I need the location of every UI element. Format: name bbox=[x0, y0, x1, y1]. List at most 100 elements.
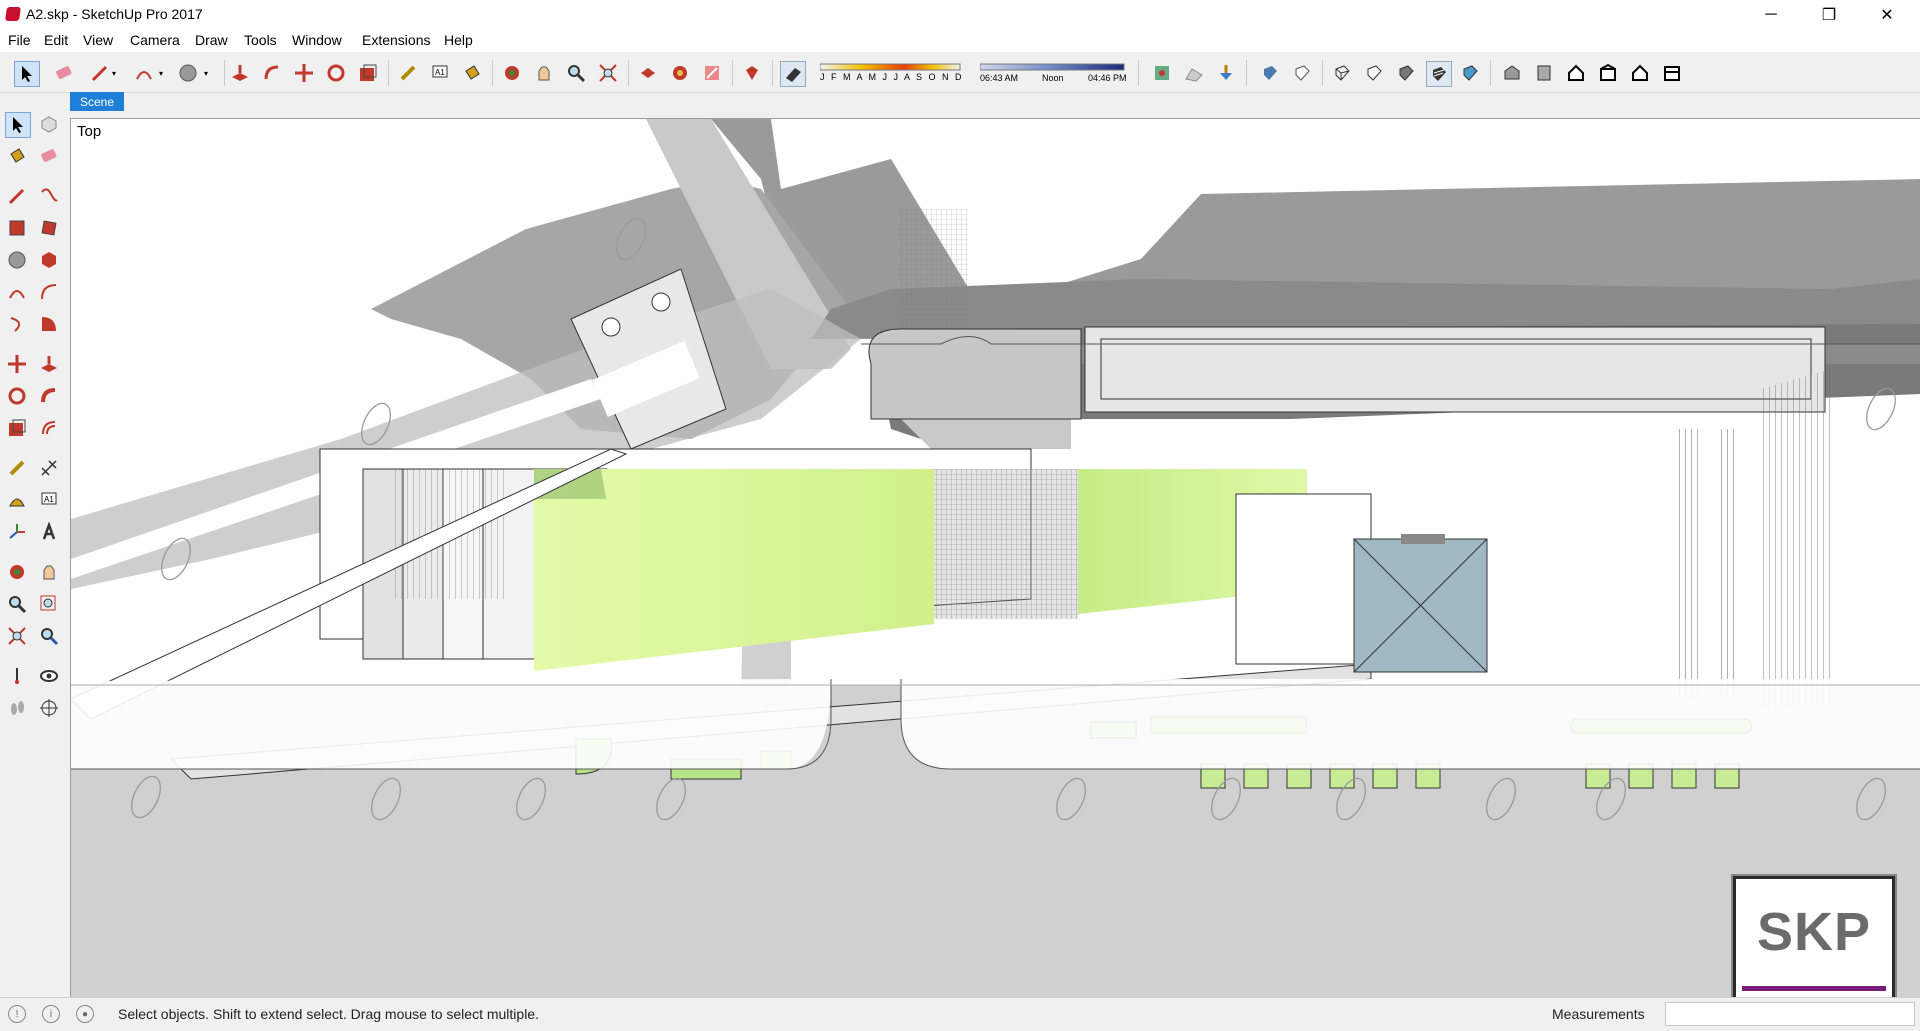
geo-location-icon[interactable] bbox=[1150, 61, 1174, 85]
menu-view[interactable]: View bbox=[83, 32, 113, 48]
zoom-extents-tool-icon[interactable] bbox=[596, 61, 620, 85]
style-hidden-line-icon[interactable] bbox=[1362, 61, 1386, 85]
protractor-icon[interactable] bbox=[5, 488, 29, 512]
style-xray-icon[interactable] bbox=[1258, 61, 1282, 85]
show-terrain-icon[interactable] bbox=[1182, 61, 1206, 85]
pie-icon[interactable] bbox=[37, 312, 61, 336]
view-top-icon[interactable] bbox=[1532, 61, 1556, 85]
style-back-edges-icon[interactable] bbox=[1290, 61, 1314, 85]
menu-camera[interactable]: Camera bbox=[130, 32, 180, 48]
text-tool-icon[interactable]: A1 bbox=[428, 61, 452, 85]
scale-tool-icon[interactable] bbox=[356, 61, 380, 85]
line-icon[interactable] bbox=[5, 184, 29, 208]
move-icon[interactable] bbox=[5, 352, 29, 376]
push-pull-tool-icon[interactable] bbox=[228, 61, 252, 85]
paint-bucket-tool-icon[interactable] bbox=[460, 61, 484, 85]
view-right-icon[interactable] bbox=[1596, 61, 1620, 85]
user-account-icon[interactable]: ● bbox=[76, 1005, 94, 1023]
layout-send-icon[interactable] bbox=[700, 61, 724, 85]
eraser-tool-icon[interactable] bbox=[52, 61, 76, 85]
measurements-input[interactable] bbox=[1665, 1002, 1915, 1026]
rotated-rectangle-icon[interactable] bbox=[37, 216, 61, 240]
walk-icon[interactable] bbox=[5, 696, 29, 720]
menu-window[interactable]: Window bbox=[292, 32, 342, 48]
style-wireframe-icon[interactable] bbox=[1330, 61, 1354, 85]
status-hint: Select objects. Shift to extend select. … bbox=[118, 1006, 539, 1022]
tape-measure-tool-icon[interactable] bbox=[396, 61, 420, 85]
minimize-button[interactable]: ─ bbox=[1742, 0, 1800, 30]
menu-edit[interactable]: Edit bbox=[44, 32, 68, 48]
shape-tool-icon[interactable] bbox=[176, 61, 200, 85]
position-camera-icon[interactable] bbox=[5, 664, 29, 688]
shadow-months-label: J F M A M J J A S O N D bbox=[820, 72, 964, 82]
paint-bucket-icon[interactable] bbox=[5, 144, 29, 168]
text-icon[interactable]: A1 bbox=[37, 488, 61, 512]
offset-icon[interactable] bbox=[37, 416, 61, 440]
close-button[interactable]: ✕ bbox=[1858, 0, 1916, 30]
orbit-icon[interactable] bbox=[5, 560, 29, 584]
polygon-icon[interactable] bbox=[37, 248, 61, 272]
circle-icon[interactable] bbox=[5, 248, 29, 272]
zoom-tool-icon[interactable] bbox=[564, 61, 588, 85]
menu-extensions[interactable]: Extensions bbox=[362, 32, 430, 48]
zoom-extents-icon[interactable] bbox=[5, 624, 29, 648]
move-tool-icon[interactable] bbox=[292, 61, 316, 85]
arc-dropdown-icon[interactable]: ▾ bbox=[155, 61, 167, 85]
style-shaded-textures-icon[interactable] bbox=[1426, 61, 1452, 87]
menu-file[interactable]: File bbox=[8, 32, 31, 48]
main-toolbar: ▾ ▾ ▾ A1 J F M A M J J A S O N D 06:43 A… bbox=[0, 52, 1920, 93]
display-shadows-icon[interactable] bbox=[780, 61, 806, 87]
tape-measure-icon[interactable] bbox=[5, 456, 29, 480]
zoom-icon[interactable] bbox=[5, 592, 29, 616]
style-shaded-icon[interactable] bbox=[1394, 61, 1418, 85]
style-monochrome-icon[interactable] bbox=[1458, 61, 1482, 85]
modeling-viewport[interactable]: Top bbox=[70, 118, 1920, 998]
shape-dropdown-icon[interactable]: ▾ bbox=[200, 61, 212, 85]
select-tool-icon[interactable] bbox=[14, 61, 40, 87]
menu-draw[interactable]: Draw bbox=[195, 32, 228, 48]
ruby-console-icon[interactable] bbox=[740, 61, 764, 85]
select-icon[interactable] bbox=[5, 112, 31, 138]
3d-warehouse-icon[interactable] bbox=[636, 61, 660, 85]
geo-status-icon[interactable]: ! bbox=[8, 1005, 26, 1023]
line-dropdown-icon[interactable]: ▾ bbox=[108, 61, 120, 85]
menu-tools[interactable]: Tools bbox=[244, 32, 277, 48]
maximize-button[interactable]: ❐ bbox=[1800, 0, 1858, 30]
rotate-icon[interactable] bbox=[5, 384, 29, 408]
orbit-tool-icon[interactable] bbox=[500, 61, 524, 85]
menu-bar: File Edit View Camera Draw Tools Window … bbox=[0, 30, 1920, 52]
shadow-month-slider[interactable]: J F M A M J J A S O N D bbox=[814, 60, 966, 84]
rectangle-icon[interactable] bbox=[5, 216, 29, 240]
view-left-icon[interactable] bbox=[1660, 61, 1684, 85]
photo-textures-icon[interactable] bbox=[1214, 61, 1238, 85]
scene-tab[interactable]: Scene bbox=[70, 92, 124, 111]
view-front-icon[interactable] bbox=[1564, 61, 1588, 85]
follow-me-tool-icon[interactable] bbox=[260, 61, 284, 85]
two-point-arc-icon[interactable] bbox=[37, 280, 61, 304]
arc-tool-icon[interactable] bbox=[132, 61, 156, 85]
three-point-arc-icon[interactable] bbox=[5, 312, 29, 336]
dimension-icon[interactable] bbox=[37, 456, 61, 480]
view-iso-icon[interactable] bbox=[1500, 61, 1524, 85]
3d-text-icon[interactable] bbox=[37, 520, 61, 544]
zoom-window-icon[interactable] bbox=[37, 592, 61, 616]
menu-help[interactable]: Help bbox=[444, 32, 473, 48]
axes-icon[interactable] bbox=[5, 520, 29, 544]
look-around-icon[interactable] bbox=[37, 664, 61, 688]
freehand-icon[interactable] bbox=[37, 184, 61, 208]
pan-icon[interactable] bbox=[37, 560, 61, 584]
push-pull-icon[interactable] bbox=[37, 352, 61, 376]
scale-icon[interactable] bbox=[5, 416, 29, 440]
info-status-icon[interactable]: i bbox=[42, 1005, 60, 1023]
section-plane-icon[interactable] bbox=[37, 696, 61, 720]
follow-me-icon[interactable] bbox=[37, 384, 61, 408]
extension-warehouse-icon[interactable] bbox=[668, 61, 692, 85]
make-component-icon[interactable] bbox=[37, 112, 61, 136]
rotate-tool-icon[interactable] bbox=[324, 61, 348, 85]
shadow-time-slider[interactable]: 06:43 AM Noon 04:46 PM bbox=[978, 60, 1130, 84]
previous-view-icon[interactable] bbox=[37, 624, 61, 648]
eraser-icon[interactable] bbox=[37, 144, 61, 168]
view-back-icon[interactable] bbox=[1628, 61, 1652, 85]
arc-icon[interactable] bbox=[5, 280, 29, 304]
pan-tool-icon[interactable] bbox=[532, 61, 556, 85]
